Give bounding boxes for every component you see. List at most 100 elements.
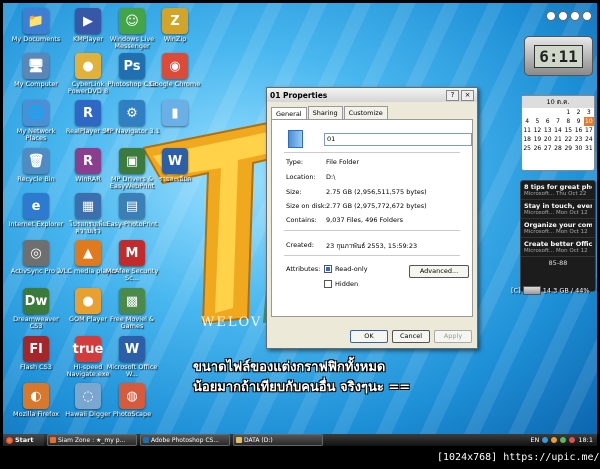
- sidebar-control-dot[interactable]: [558, 11, 568, 21]
- desktop-icon[interactable]: ▮: [146, 100, 204, 128]
- type-label: Type:: [286, 158, 304, 166]
- news-item[interactable]: 8 tips for great photosMicrosoft... Thu …: [521, 181, 595, 200]
- calendar-day[interactable]: 8: [563, 117, 573, 126]
- hidden-check-icon[interactable]: [324, 280, 332, 288]
- calendar-day[interactable]: [532, 108, 542, 117]
- tab-customize[interactable]: Customize: [343, 106, 388, 119]
- desktop-icon-image: W: [119, 336, 145, 362]
- clock-gadget[interactable]: 6:11: [524, 36, 593, 76]
- readonly-check-icon[interactable]: [324, 265, 332, 273]
- calendar-day[interactable]: 25: [522, 144, 532, 153]
- calendar-day[interactable]: 31: [584, 144, 594, 153]
- calendar-day[interactable]: [543, 108, 553, 117]
- desktop-icon[interactable]: M McAfee Security Sc...: [103, 240, 161, 282]
- desktop-icon[interactable]: ◐ Mozilla Firefox: [7, 383, 65, 418]
- calendar-day[interactable]: 17: [584, 126, 594, 135]
- desktop-icon[interactable]: 🗑 Recycle Bin: [7, 148, 65, 183]
- calendar-day[interactable]: 2: [573, 108, 583, 117]
- cancel-button[interactable]: Cancel: [392, 330, 430, 343]
- desktop-icon[interactable]: 📁 My Documents: [7, 8, 65, 43]
- calendar-day[interactable]: 29: [563, 144, 573, 153]
- calendar-day[interactable]: 7: [553, 117, 563, 126]
- calendar-day[interactable]: 10: [583, 117, 594, 126]
- calendar-gadget[interactable]: 10 ต.ค. 1 2 3 4 5 6 7 8 9 10 11 12 13 14 15 16 17 18 19 20 2…: [521, 95, 595, 171]
- taskbar-task-button[interactable]: Siam Zone : ★_my p...: [47, 434, 137, 446]
- desktop-icon[interactable]: e Internet Explorer: [7, 193, 65, 228]
- apply-button[interactable]: Apply: [434, 330, 472, 343]
- tray-clock[interactable]: 18:1: [578, 436, 593, 444]
- calendar-day[interactable]: 13: [543, 126, 553, 135]
- desktop-icon[interactable]: Z WinZip: [146, 8, 204, 43]
- calendar-day[interactable]: 16: [573, 126, 583, 135]
- calendar-day[interactable]: 9: [573, 117, 583, 126]
- desktop-icon[interactable]: ◍ PhotoScape: [103, 383, 161, 418]
- news-item[interactable]: Create better Office ...Microsoft... Mon…: [521, 238, 595, 257]
- desktop-icon-label: McAfee Security Sc...: [105, 267, 159, 282]
- folder-name-input[interactable]: 01: [324, 133, 472, 146]
- readonly-checkbox[interactable]: Read-only: [324, 265, 368, 273]
- calendar-day[interactable]: 18: [522, 135, 532, 144]
- desktop-icon-image: 🖥: [23, 53, 49, 79]
- calendar-day[interactable]: 6: [543, 117, 553, 126]
- desktop-icon[interactable]: ◉ Google Chrome: [146, 53, 204, 88]
- calendar-day[interactable]: 23: [573, 135, 583, 144]
- calendar-day[interactable]: 30: [573, 144, 583, 153]
- calendar-month: 10 ต.ค.: [522, 96, 594, 108]
- calendar-day[interactable]: 24: [584, 135, 594, 144]
- calendar-day[interactable]: 28: [553, 144, 563, 153]
- news-footer[interactable]: 85-88: [521, 257, 595, 267]
- news-source: Microsoft...: [524, 229, 555, 235]
- calendar-day[interactable]: 1: [563, 108, 573, 117]
- calendar-day[interactable]: 15: [563, 126, 573, 135]
- news-item[interactable]: Stay in touch, even a...Microsoft... Mon…: [521, 200, 595, 219]
- calendar-day[interactable]: 4: [522, 117, 532, 126]
- hidden-checkbox[interactable]: Hidden: [324, 280, 358, 288]
- help-button[interactable]: ?: [446, 89, 459, 101]
- taskbar-task-button[interactable]: Adobe Photoshop CS...: [140, 434, 230, 446]
- calendar-day[interactable]: [553, 108, 563, 117]
- sidebar-control-dot[interactable]: [546, 11, 556, 21]
- desktop-icon[interactable]: W รายละเอียด: [146, 148, 204, 183]
- desktop-icon-image: ◉: [162, 53, 188, 79]
- volume-icon[interactable]: [551, 437, 558, 443]
- ok-button[interactable]: OK: [350, 330, 388, 343]
- desktop-icon[interactable]: 🖥 My Computer: [7, 53, 65, 88]
- news-gadget[interactable]: 8 tips for great photosMicrosoft... Thu …: [520, 180, 596, 292]
- desktop-icon[interactable]: 🌐 My Network Places: [7, 100, 65, 142]
- calendar-day[interactable]: 3: [584, 108, 594, 117]
- calendar-day[interactable]: 26: [532, 144, 542, 153]
- network-icon[interactable]: [542, 437, 549, 443]
- sidebar-control-dot[interactable]: [570, 11, 580, 21]
- messenger-icon[interactable]: [560, 437, 567, 443]
- calendar-day[interactable]: 21: [553, 135, 563, 144]
- desktop-icon[interactable]: Fl Flash CS3: [7, 336, 65, 371]
- desktop-icon[interactable]: ▩ Free Moviel & Games: [103, 288, 161, 330]
- desktop-icon[interactable]: ◎ ActivSync Pro 2: [7, 240, 65, 275]
- caption-line-2: น้อยมากถ้าเทียบกับคนอื่น จริงๆนะ ==: [193, 380, 411, 395]
- drive-gadget[interactable]: [C] 14.3 GB / 44%: [511, 286, 590, 295]
- calendar-day[interactable]: 20: [543, 135, 553, 144]
- advanced-button[interactable]: Advanced...: [409, 265, 469, 278]
- security-icon[interactable]: [569, 437, 576, 443]
- desktop-icon[interactable]: ▤ Easy-PhotoPrint: [103, 193, 161, 228]
- window-titlebar[interactable]: 01 Properties ? ×: [267, 88, 477, 102]
- news-item[interactable]: Organize your comp...Microsoft... Mon Oc…: [521, 219, 595, 238]
- language-indicator[interactable]: EN: [530, 436, 539, 444]
- sidebar-control-dot[interactable]: [582, 11, 592, 21]
- calendar-day[interactable]: 14: [553, 126, 563, 135]
- location-label: Location:: [286, 173, 316, 181]
- calendar-day[interactable]: 27: [543, 144, 553, 153]
- start-button[interactable]: Start: [3, 434, 44, 446]
- calendar-day[interactable]: 19: [532, 135, 542, 144]
- tab-sharing[interactable]: Sharing: [307, 106, 343, 119]
- desktop-icon[interactable]: Dw Dreamweaver CS3: [7, 288, 65, 330]
- calendar-day[interactable]: 22: [563, 135, 573, 144]
- calendar-day[interactable]: 12: [532, 126, 542, 135]
- calendar-day[interactable]: [522, 108, 532, 117]
- properties-window[interactable]: 01 Properties ? × General Sharing Custom…: [266, 87, 478, 349]
- desktop-icon[interactable]: W Microsoft Office W...: [103, 336, 161, 378]
- calendar-day[interactable]: 11: [522, 126, 532, 135]
- close-button[interactable]: ×: [461, 89, 474, 101]
- taskbar-task-button[interactable]: DATA (D:): [233, 434, 323, 446]
- calendar-day[interactable]: 5: [532, 117, 542, 126]
